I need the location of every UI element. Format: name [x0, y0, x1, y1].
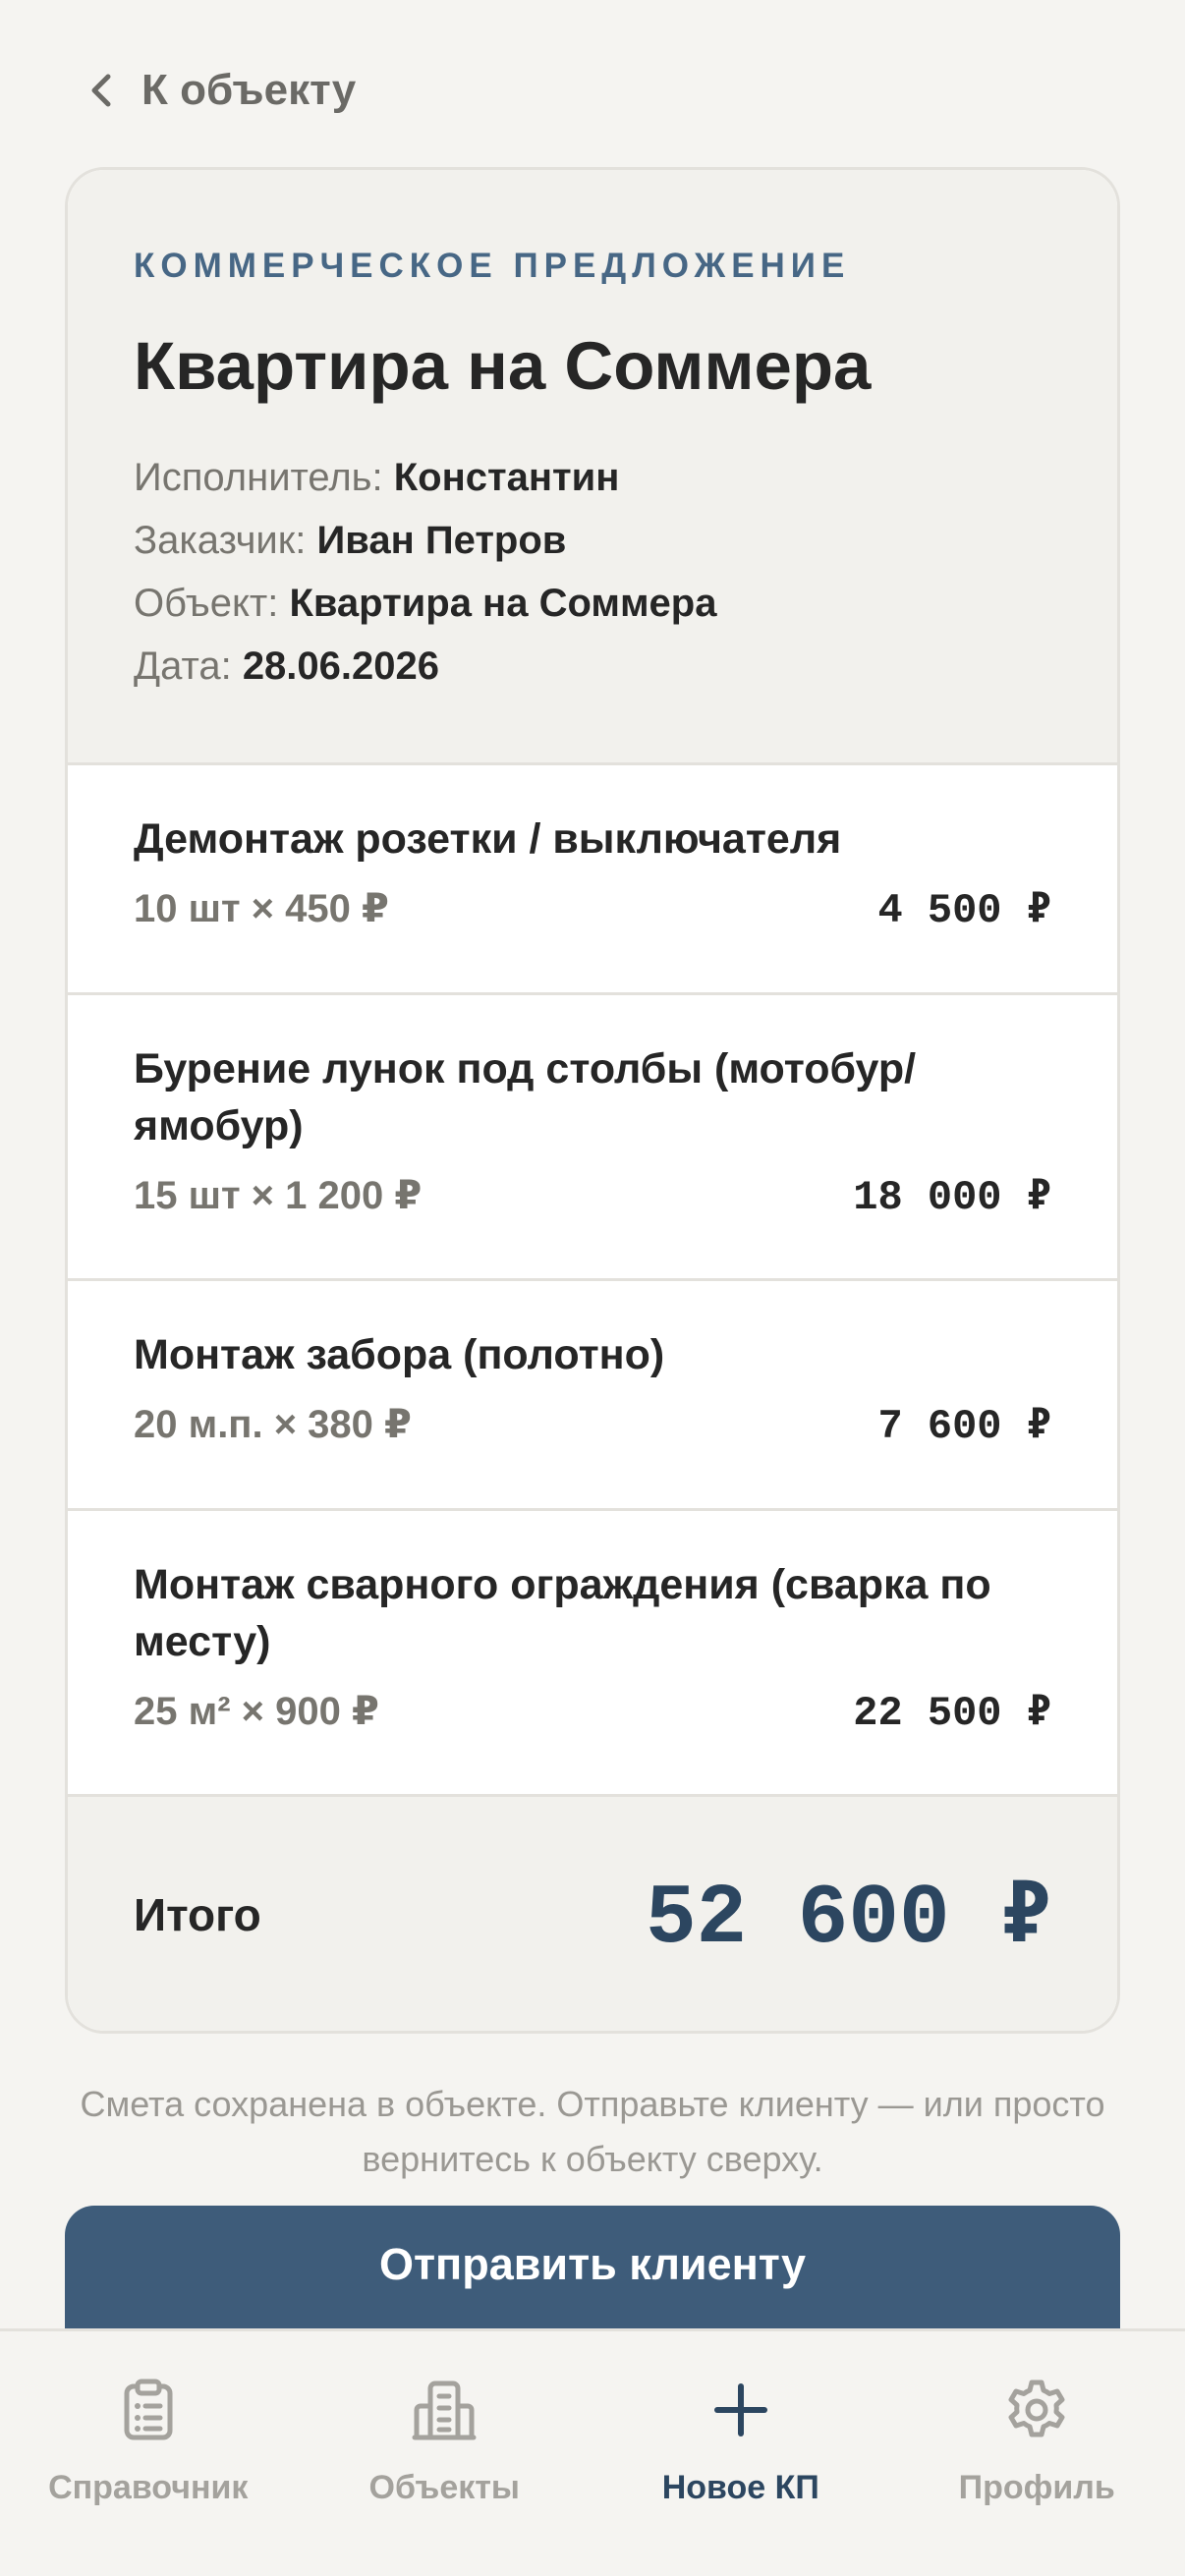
- save-note: Смета сохранена в объекте. Отправьте кли…: [80, 2084, 1105, 2179]
- meta-object: Объект: Квартира на Соммера: [134, 572, 1117, 635]
- total-label: Итого: [134, 1889, 261, 1940]
- line-item: Монтаж сварного ограждения (сварка по ме…: [68, 1511, 1117, 1797]
- tab-objects[interactable]: Объекты: [297, 2331, 593, 2576]
- line-item-qty: 20 м.п. × 380 ₽: [134, 1403, 412, 1446]
- proposal-card: КОММЕРЧЕСКОЕ ПРЕДЛОЖЕНИЕ Квартира на Сом…: [65, 167, 1120, 2034]
- proposal-meta: Исполнитель: Константин Заказчик: Иван П…: [134, 446, 1117, 698]
- tab-label: Справочник: [48, 2469, 249, 2506]
- total-sum: 52 600 ₽: [645, 1870, 1051, 1967]
- meta-key: Дата:: [134, 644, 232, 688]
- meta-value: Квартира на Соммера: [289, 582, 717, 625]
- meta-value: Константин: [393, 456, 620, 499]
- line-item: Демонтаж розетки / выключателя 10 шт × 4…: [68, 765, 1117, 995]
- line-item-sum: 7 600 ₽: [877, 1403, 1051, 1450]
- line-item-title: Демонтаж розетки / выключателя: [134, 815, 842, 863]
- meta-key: Заказчик:: [134, 519, 307, 562]
- meta-customer: Заказчик: Иван Петров: [134, 509, 1117, 572]
- line-item-sum: 22 500 ₽: [853, 1690, 1051, 1737]
- clipboard-icon: [124, 2379, 173, 2440]
- tab-new-proposal[interactable]: Новое КП: [592, 2331, 889, 2576]
- line-item-qty: 10 шт × 450 ₽: [134, 887, 389, 930]
- line-item: Бурение лунок под столбы (мотобур/ ямобу…: [68, 995, 1117, 1281]
- meta-date: Дата: 28.06.2026: [134, 635, 1117, 698]
- line-item-qty: 25 м² × 900 ₽: [134, 1690, 379, 1733]
- tab-label: Новое КП: [661, 2469, 819, 2506]
- back-link[interactable]: К объекту: [86, 63, 356, 118]
- meta-value: 28.06.2026: [242, 644, 440, 688]
- tab-directory[interactable]: Справочник: [0, 2331, 297, 2576]
- line-item: Монтаж забора (полотно) 20 м.п. × 380 ₽ …: [68, 1281, 1117, 1511]
- bottom-tab-bar: Справочник Объекты Новое КП Профиль: [0, 2328, 1185, 2576]
- line-item-title: Бурение лунок под столбы (мотобур/ ямобу…: [134, 1045, 917, 1149]
- back-link-label: К объекту: [141, 66, 357, 114]
- total-row: Итого 52 600 ₽: [68, 1797, 1117, 2031]
- proposal-eyebrow: КОММЕРЧЕСКОЕ ПРЕДЛОЖЕНИЕ: [134, 247, 851, 285]
- meta-value: Иван Петров: [316, 519, 567, 562]
- plus-icon: [713, 2383, 767, 2436]
- line-item-sum: 18 000 ₽: [853, 1174, 1051, 1221]
- line-item-sum: 4 500 ₽: [877, 887, 1051, 934]
- meta-key: Исполнитель:: [134, 456, 383, 499]
- meta-key: Объект:: [134, 582, 279, 625]
- meta-executor: Исполнитель: Константин: [134, 446, 1117, 509]
- proposal-header: КОММЕРЧЕСКОЕ ПРЕДЛОЖЕНИЕ Квартира на Сом…: [68, 170, 1117, 765]
- tab-profile[interactable]: Профиль: [889, 2331, 1185, 2576]
- chevron-left-icon: [91, 74, 111, 107]
- proposal-title: Квартира на Соммера: [134, 328, 872, 404]
- line-item-title: Монтаж забора (полотно): [134, 1331, 665, 1378]
- building-icon: [412, 2380, 477, 2440]
- tab-label: Объекты: [368, 2469, 520, 2506]
- line-item-qty: 15 шт × 1 200 ₽: [134, 1174, 423, 1217]
- line-item-title: Монтаж сварного ограждения (сварка по ме…: [134, 1561, 991, 1665]
- tab-label: Профиль: [958, 2469, 1115, 2506]
- gear-icon: [1008, 2380, 1065, 2437]
